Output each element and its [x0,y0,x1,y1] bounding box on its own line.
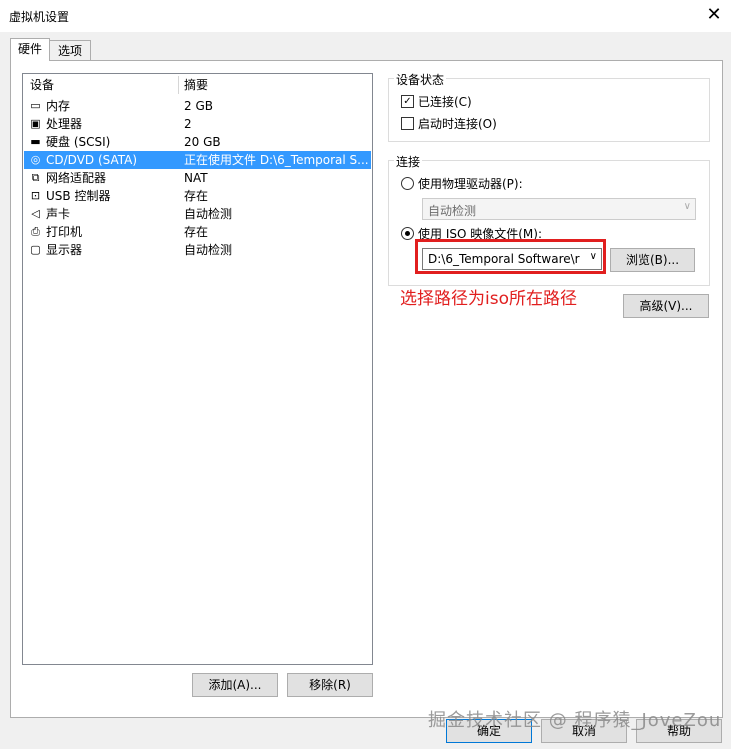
device-summary: 自动检测 [184,243,233,257]
device-row[interactable]: ⎙ 打印机 存在 [24,223,371,241]
connect-at-power-on-checkbox[interactable] [401,117,414,130]
processor-icon: ▣ [30,117,41,130]
device-row[interactable]: ⊡ USB 控制器 存在 [24,187,371,205]
close-icon[interactable]: ✕ [704,4,724,26]
device-row[interactable]: ⧉ 网络适配器 NAT [24,169,371,187]
remove-device-button[interactable]: 移除(R) [287,673,373,697]
physical-drive-radio[interactable] [401,177,414,190]
hard-disk-icon: ▬ [30,135,41,148]
physical-drive-dropdown[interactable]: 自动检测 ∨ [422,198,696,220]
device-status-title: 设备状态 [394,71,447,88]
iso-file-radio[interactable] [401,227,414,240]
title-bar [0,0,731,32]
device-name: 声卡 [46,207,71,221]
device-summary: NAT [184,171,208,185]
physical-drive-label[interactable]: 使用物理驱动器(P): [418,175,523,192]
annotation-text: 选择路径为iso所在路径 [400,289,577,309]
device-name: 打印机 [46,225,83,239]
device-name: 硬盘 (SCSI) [46,135,111,149]
column-header-device[interactable]: 设备 [30,74,54,96]
device-name: CD/DVD (SATA) [46,153,138,167]
device-row[interactable]: ◁ 声卡 自动检测 [24,205,371,223]
printer-icon: ⎙ [31,225,40,238]
chevron-down-icon: ∨ [683,201,691,212]
column-divider[interactable] [178,76,179,94]
connected-checkbox[interactable]: ✓ [401,95,414,108]
network-adapter-icon: ⧉ [31,171,40,184]
device-name: 内存 [46,99,71,113]
device-summary: 2 [184,117,192,131]
tab-hardware[interactable]: 硬件 [10,38,50,61]
device-summary: 正在使用文件 D:\6_Temporal S... [184,153,369,167]
connected-label[interactable]: 已连接(C) [418,93,472,110]
device-row[interactable]: ◎ CD/DVD (SATA) 正在使用文件 D:\6_Temporal S... [24,151,371,169]
cd-dvd-icon: ◎ [30,153,41,166]
sound-card-icon: ◁ [31,207,40,220]
physical-drive-dropdown-value: 自动检测 [428,204,477,218]
connection-title: 连接 [394,153,423,170]
advanced-button[interactable]: 高级(V)... [623,294,709,318]
device-list[interactable]: 设备 摘要 ▭ 内存 2 GB ▣ 处理器 2 ▬ 硬盘 (SCSI) 20 GB ◎ CD/DVD… [22,73,373,665]
add-device-button[interactable]: 添加(A)... [192,673,278,697]
memory-icon: ▭ [30,99,41,112]
device-row[interactable]: ▬ 硬盘 (SCSI) 20 GB [24,133,371,151]
column-header-summary[interactable]: 摘要 [184,74,208,96]
browse-button[interactable]: 浏览(B)... [610,248,695,272]
device-name: USB 控制器 [46,189,111,203]
device-name: 处理器 [46,117,83,131]
connect-at-power-on-label[interactable]: 启动时连接(O) [418,115,497,132]
device-summary: 2 GB [184,99,213,113]
usb-icon: ⊡ [30,189,41,202]
device-summary: 自动检测 [184,207,233,221]
highlight-box [415,239,606,274]
device-summary: 存在 [184,225,209,239]
device-name: 网络适配器 [46,171,107,185]
tab-options[interactable]: 选项 [49,40,91,61]
device-row[interactable]: ▢ 显示器 自动检测 [24,241,371,259]
display-icon: ▢ [30,243,41,256]
device-summary: 存在 [184,189,209,203]
device-name: 显示器 [46,243,83,257]
watermark: 掘金技术社区 @ 程序猿_JoveZou [428,710,722,731]
window-title: 虚拟机设置 [9,10,70,24]
device-row[interactable]: ▭ 内存 2 GB [24,97,371,115]
device-summary: 20 GB [184,135,221,149]
device-row[interactable]: ▣ 处理器 2 [24,115,371,133]
